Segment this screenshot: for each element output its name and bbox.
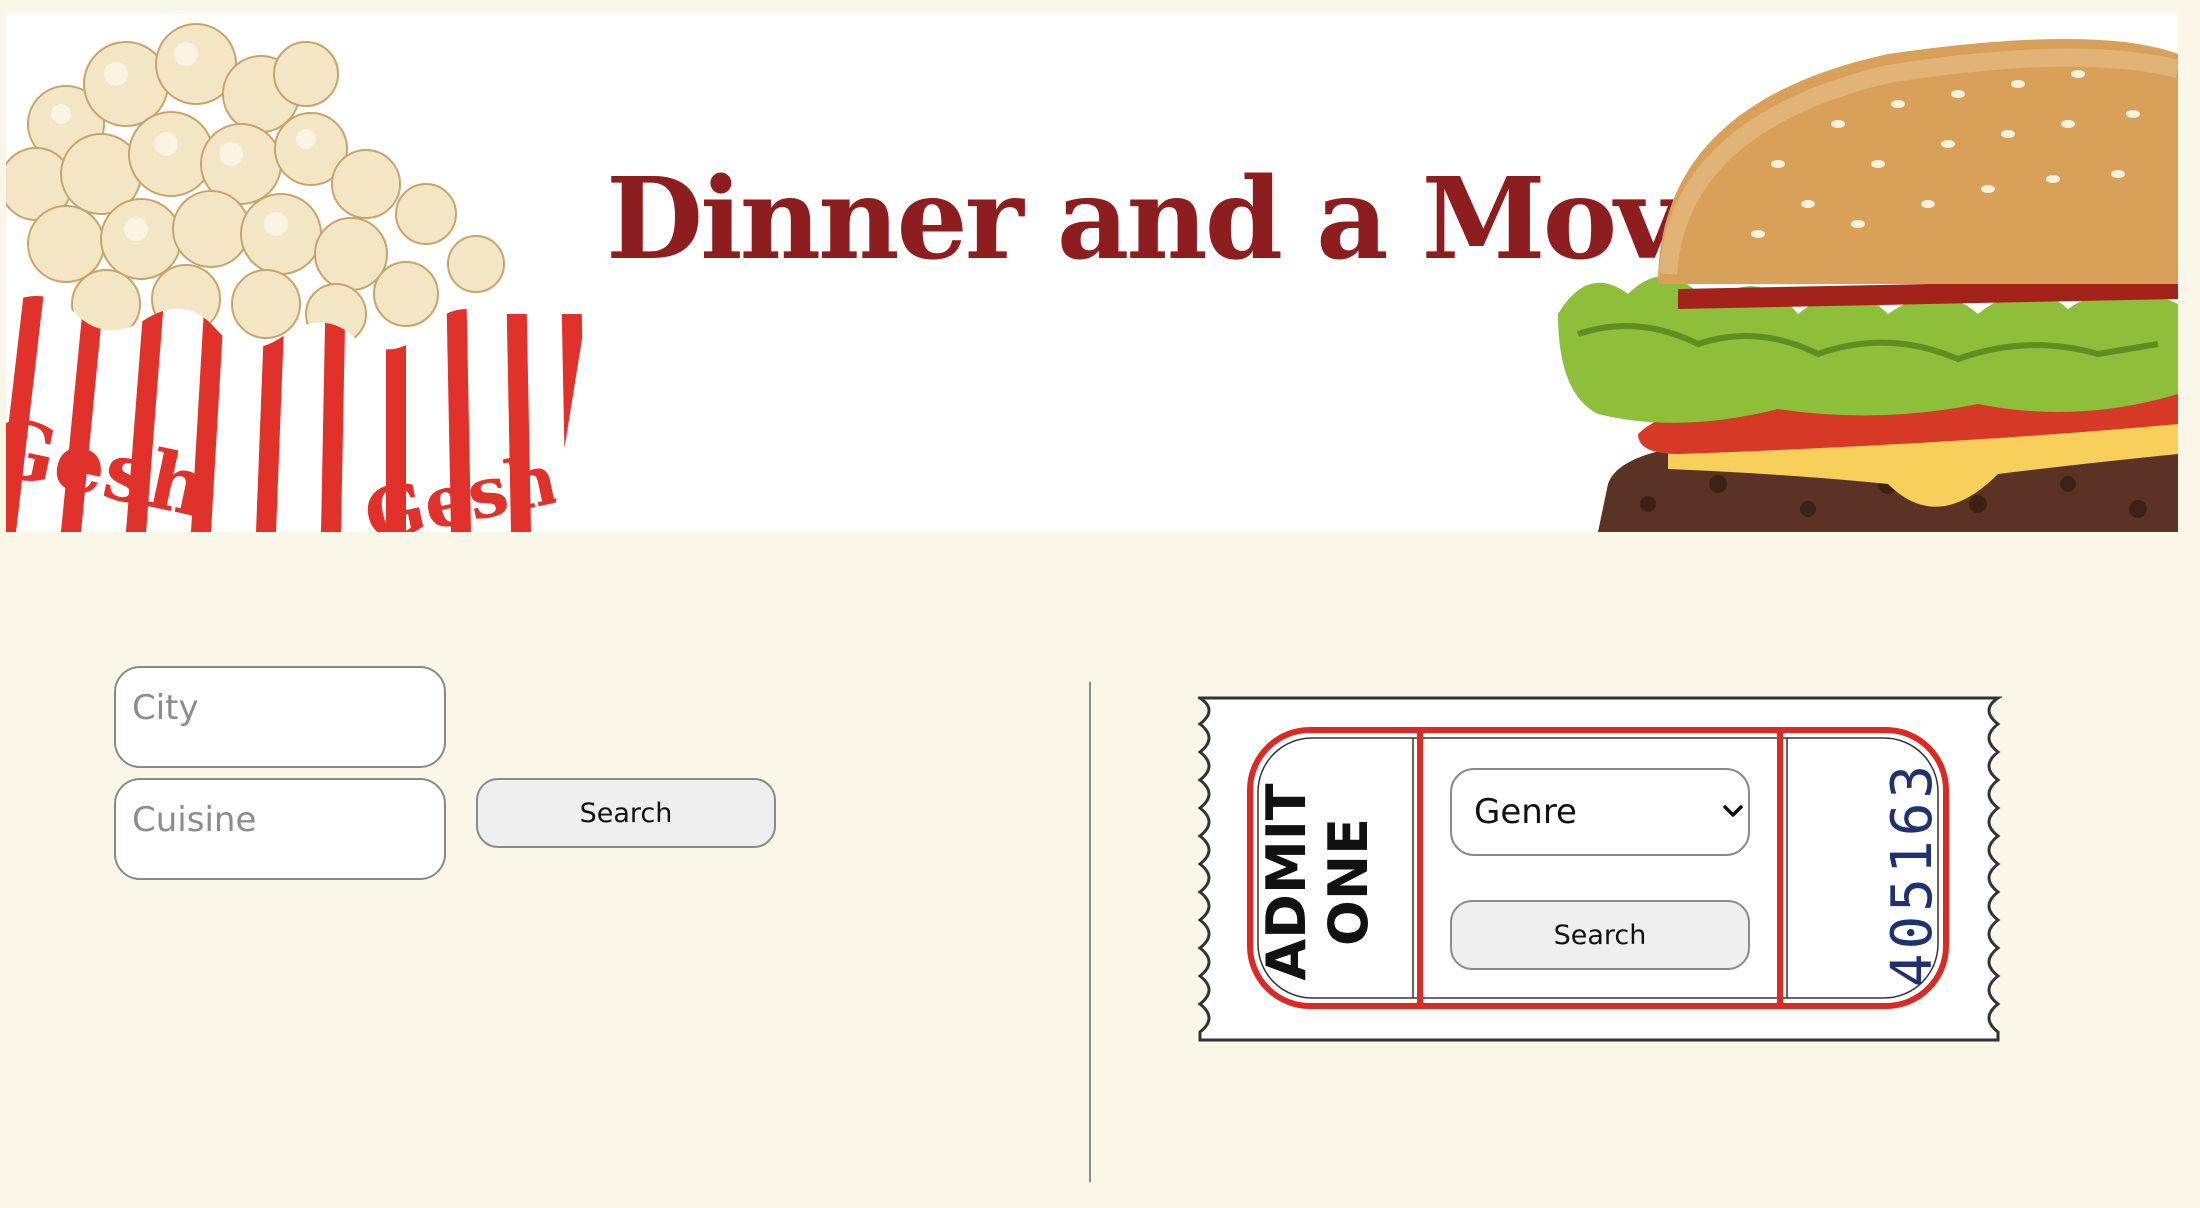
site-title: Dinner and a Movie — [606, 154, 1787, 285]
movie-ticket: ADMIT ONE Genre Search 405163 — [1198, 696, 2002, 1042]
genre-select[interactable]: Genre — [1450, 768, 1750, 856]
ticket-serial-number: 405163 — [1880, 760, 1945, 988]
restaurant-search-button[interactable]: Search — [476, 778, 776, 848]
page: Gesh Gesh Dinner and a Movie City Cuisin… — [0, 0, 2200, 1208]
admit-one-label: ADMIT ONE — [1255, 782, 1380, 982]
cuisine-input[interactable] — [114, 778, 446, 880]
city-input[interactable] — [114, 666, 446, 768]
admit-line-1: ADMIT — [1255, 783, 1318, 981]
admit-line-2: ONE — [1317, 818, 1380, 946]
section-divider — [1089, 682, 1091, 1182]
header-banner: Gesh Gesh Dinner and a Movie — [6, 14, 2178, 532]
movie-search-button[interactable]: Search — [1450, 900, 1750, 970]
popcorn-image: Gesh Gesh — [6, 23, 586, 532]
burger-image — [1558, 39, 2178, 532]
